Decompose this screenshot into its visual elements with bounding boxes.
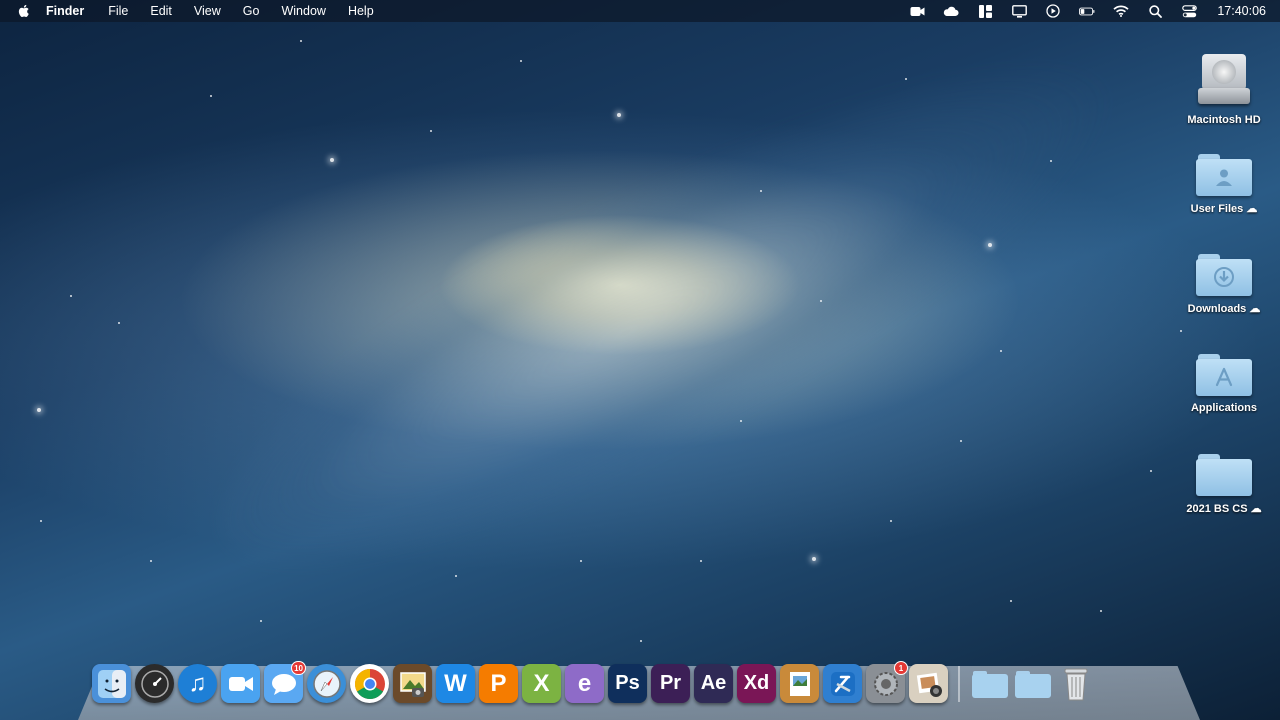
star [890, 520, 892, 522]
star [300, 40, 302, 42]
after-effects-icon[interactable]: Ae [694, 664, 733, 703]
star [617, 113, 621, 117]
star [455, 575, 457, 577]
menu-edit[interactable]: Edit [150, 4, 172, 18]
applications-stack-icon[interactable] [970, 664, 1009, 703]
star [37, 408, 41, 412]
menu-help[interactable]: Help [348, 4, 374, 18]
menu-clock[interactable]: 17:40:06 [1217, 4, 1266, 18]
user-folder-icon [1196, 154, 1252, 196]
menu-app-finder[interactable]: Finder [46, 4, 84, 18]
notification-badge: 1 [894, 661, 908, 675]
dock-separator [958, 666, 960, 702]
star [1050, 160, 1052, 162]
icloud-icon[interactable] [943, 4, 959, 18]
menu-view[interactable]: View [194, 4, 221, 18]
system-preferences-icon[interactable]: 1 [866, 661, 908, 703]
xd-icon[interactable]: Xd [737, 664, 776, 703]
apple-menu-icon[interactable] [16, 3, 32, 19]
trash-icon[interactable] [1056, 664, 1095, 703]
star [520, 60, 522, 62]
chrome-icon[interactable] [350, 664, 389, 703]
star [988, 243, 992, 247]
desktop-item-user-files[interactable]: User Files ☁ [1174, 154, 1274, 215]
desktop-item-downloads[interactable]: Downloads ☁ [1174, 254, 1274, 315]
star [812, 557, 816, 561]
control-center-icon[interactable] [1181, 4, 1197, 18]
desktop-item-label: Applications [1190, 402, 1257, 414]
battery-icon[interactable] [1079, 4, 1095, 18]
star [40, 520, 42, 522]
status-area: 17:40:06 [909, 4, 1266, 18]
layout-icon[interactable] [977, 4, 993, 18]
notification-badge: 10 [291, 661, 306, 675]
downloads-folder-icon [1196, 254, 1252, 296]
star [820, 300, 822, 302]
folder-icon [1196, 454, 1252, 496]
star [640, 640, 642, 642]
iphoto-icon[interactable] [393, 664, 432, 703]
star [1180, 330, 1182, 332]
photo-browser-icon[interactable] [909, 664, 948, 703]
safari-icon[interactable] [307, 664, 346, 703]
star [1010, 600, 1012, 602]
wifi-icon[interactable] [1113, 4, 1129, 18]
menu-window[interactable]: Window [281, 4, 325, 18]
menu-bar: Finder File Edit View Go Window Help 17:… [0, 0, 1280, 22]
star [150, 560, 152, 562]
star [760, 190, 762, 192]
star [580, 560, 582, 562]
star [1150, 470, 1152, 472]
desktop-item-applications[interactable]: Applications [1174, 354, 1274, 414]
facetime-icon[interactable] [221, 664, 260, 703]
star [740, 420, 742, 422]
display-icon[interactable] [1011, 4, 1027, 18]
star [905, 78, 907, 80]
word-icon[interactable]: W [436, 664, 475, 703]
star [960, 440, 962, 442]
desktop-item-label: Macintosh HD [1187, 114, 1261, 126]
star [210, 95, 212, 97]
star [330, 158, 334, 162]
star [430, 130, 432, 132]
icloud-status-icon: ☁ [1249, 303, 1261, 315]
excel-icon[interactable]: X [522, 664, 561, 703]
dock-icons: ♫ 10 W P Xe Ps Pr Ae Xd 1 [92, 661, 1095, 708]
dashboard-icon[interactable] [135, 664, 174, 703]
menu-file[interactable]: File [108, 4, 128, 18]
star [70, 295, 72, 297]
finder-icon[interactable] [92, 664, 131, 703]
hard-drive-icon [1198, 54, 1250, 108]
powerpoint-icon[interactable]: P [479, 664, 518, 703]
preview-icon[interactable] [780, 664, 819, 703]
messages-icon[interactable]: 10 [264, 661, 306, 703]
icloud-status-icon: ☁ [1250, 503, 1262, 515]
search-icon[interactable] [1147, 4, 1163, 18]
itunes-icon[interactable]: ♫ [178, 664, 217, 703]
entourage-icon[interactable]: e [565, 664, 604, 703]
desktop-item-label: 2021 BS CS [1186, 503, 1248, 515]
star [260, 620, 262, 622]
star [1000, 350, 1002, 352]
star [700, 560, 702, 562]
desktop-item-2021-bs-cs[interactable]: 2021 BS CS ☁ [1174, 454, 1274, 515]
menu-go[interactable]: Go [243, 4, 260, 18]
applications-folder-icon [1196, 354, 1252, 396]
desktop-item-macintosh-hd[interactable]: Macintosh HD [1174, 54, 1274, 126]
desktop-item-label: Downloads [1187, 303, 1247, 315]
desktop-item-label: User Files [1190, 203, 1244, 215]
star [118, 322, 120, 324]
play-icon[interactable] [1045, 4, 1061, 18]
photoshop-icon[interactable]: Ps [608, 664, 647, 703]
icloud-status-icon: ☁ [1246, 203, 1258, 215]
premiere-icon[interactable]: Pr [651, 664, 690, 703]
xcode-icon[interactable] [823, 664, 862, 703]
facetime-icon[interactable] [909, 4, 925, 18]
downloads-stack-icon[interactable] [1013, 664, 1052, 703]
star [1100, 610, 1102, 612]
